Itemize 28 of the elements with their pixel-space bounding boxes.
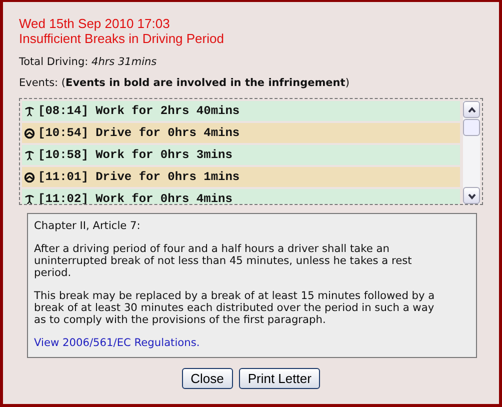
dialog-button[interactable]: Print Letter xyxy=(238,368,320,389)
events-note: Events: (Events in bold are involved in the infringement) xyxy=(19,76,350,90)
regulation-paragraph: This break may be replaced by a break of at least 15 minutes followed by a break of at least 30 minutes each distributed over the period in such a way as to comply with the provisions of the first paragraph. xyxy=(34,290,436,326)
event-row[interactable]: [11:01] Drive for 0hrs 1mins xyxy=(22,167,460,187)
regulation-paragraph: After a driving period of four and a half hours a driver shall take an uninterrupted break of not less than 45 minutes, unless he takes a rest period. xyxy=(34,243,413,279)
steering-wheel-icon xyxy=(24,172,35,182)
event-text: [11:01] Drive for 0hrs 1mins xyxy=(38,170,240,184)
event-text: [08:14] Work for 2hrs 40mins xyxy=(38,104,240,118)
pickaxe-icon xyxy=(24,106,35,116)
scroll-up-button[interactable] xyxy=(463,101,480,118)
caret-up-icon xyxy=(466,104,476,114)
event-row[interactable]: [10:54] Drive for 0hrs 4mins xyxy=(22,123,460,143)
pickaxe-icon xyxy=(24,194,35,204)
regulations-link[interactable]: View 2006/561/EC Regulations. xyxy=(34,337,200,349)
event-text: [10:54] Drive for 0hrs 4mins xyxy=(38,126,240,140)
infringement-title: Insufficient Breaks in Driving Period xyxy=(19,31,225,46)
regulation-heading: Chapter II, Article 7: xyxy=(34,220,142,232)
scroll-down-button[interactable] xyxy=(463,187,480,204)
scrollbar[interactable] xyxy=(463,101,480,204)
event-row[interactable]: [08:14] Work for 2hrs 40mins xyxy=(22,101,460,121)
dialog-button[interactable]: Close xyxy=(182,368,233,389)
event-row[interactable]: [10:58] Work for 0hrs 3mins xyxy=(22,145,460,165)
total-driving: Total Driving: 4hrs 31mins xyxy=(19,55,158,69)
pickaxe-icon xyxy=(24,150,35,160)
scroll-thumb[interactable] xyxy=(463,119,480,136)
event-text: [10:58] Work for 0hrs 3mins xyxy=(38,148,232,162)
infringement-date: Wed 15th Sep 2010 17:03 xyxy=(19,16,171,31)
steering-wheel-icon xyxy=(24,128,35,138)
